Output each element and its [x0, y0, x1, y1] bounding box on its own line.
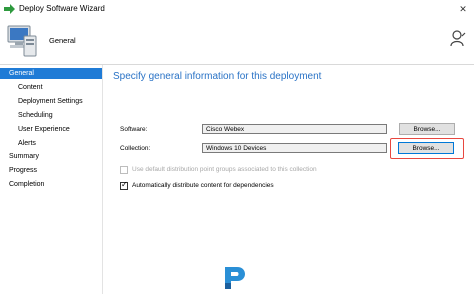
watermark-logo: [225, 267, 245, 289]
nav-item-label: Completion: [9, 181, 45, 188]
nav-item-label: User Experience: [18, 126, 70, 133]
collection-label: Collection:: [120, 145, 151, 152]
nav-item-label: General: [9, 70, 34, 77]
nav-item-label: Summary: [9, 153, 39, 160]
nav-item-label: Scheduling: [18, 112, 53, 119]
nav-item-completion[interactable]: Completion: [0, 179, 102, 190]
checkmark-icon: ✓: [121, 180, 128, 189]
nav-item-user-experience[interactable]: User Experience: [0, 124, 102, 135]
user-help-icon[interactable]: [450, 30, 466, 48]
auto-distribute-label: Automatically distribute content for dep…: [132, 182, 274, 189]
window-title: Deploy Software Wizard: [19, 4, 105, 13]
wizard-navigation: General Content Deployment Settings Sche…: [0, 65, 103, 294]
default-dp-groups-checkbox[interactable]: [120, 166, 128, 174]
nav-item-deployment-settings[interactable]: Deployment Settings: [0, 96, 102, 107]
close-window-button[interactable]: ✕: [452, 0, 474, 18]
nav-item-alerts[interactable]: Alerts: [0, 138, 102, 149]
wizard-header: General: [0, 18, 474, 65]
collection-field[interactable]: Windows 10 Devices: [202, 143, 387, 153]
nav-item-general[interactable]: General: [0, 68, 102, 79]
auto-distribute-checkbox[interactable]: ✓: [120, 180, 128, 190]
nav-item-scheduling[interactable]: Scheduling: [0, 110, 102, 121]
nav-item-progress[interactable]: Progress: [0, 165, 102, 176]
computer-icon: [7, 25, 37, 57]
wizard-content: Specify general information for this dep…: [103, 65, 474, 294]
software-field[interactable]: Cisco Webex: [202, 124, 387, 134]
nav-item-label: Alerts: [18, 140, 36, 147]
software-label: Software:: [120, 126, 148, 133]
nav-item-label: Deployment Settings: [18, 98, 83, 105]
nav-item-content[interactable]: Content: [0, 82, 102, 93]
default-dp-groups-label: Use default distribution point groups as…: [132, 166, 317, 173]
nav-item-label: Content: [18, 84, 43, 91]
page-title: General: [49, 36, 76, 45]
nav-item-summary[interactable]: Summary: [0, 151, 102, 162]
collection-browse-button[interactable]: Browse...: [398, 142, 454, 154]
wizard-arrow-icon: [4, 4, 15, 14]
title-bar: Deploy Software Wizard ✕: [0, 0, 474, 18]
page-heading: Specify general information for this dep…: [113, 71, 322, 82]
software-browse-button[interactable]: Browse...: [399, 123, 455, 135]
nav-item-label: Progress: [9, 167, 38, 174]
